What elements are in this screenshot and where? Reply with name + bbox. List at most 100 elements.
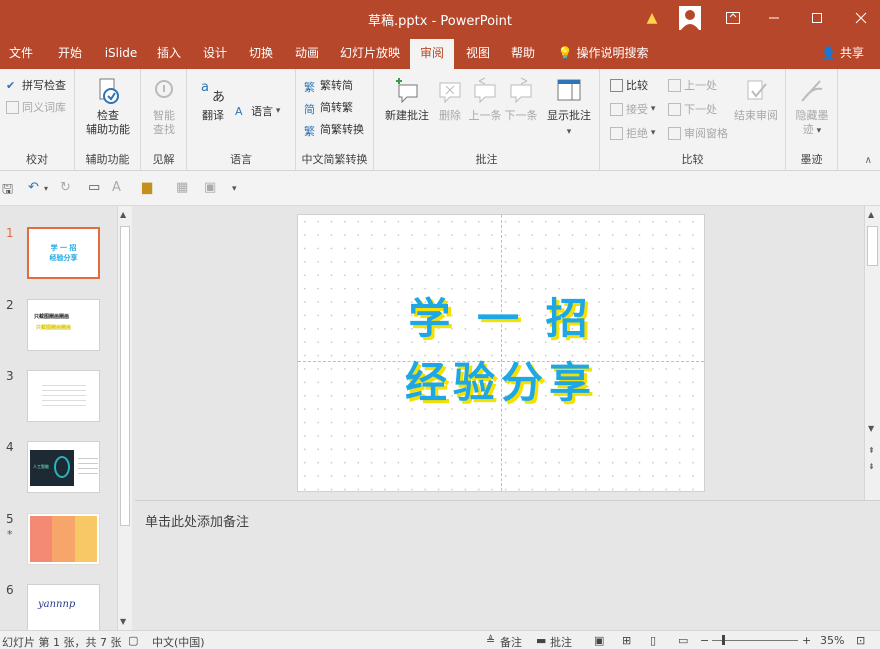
to-simplified-button[interactable]: 繁繁转简 <box>304 77 353 94</box>
format-icon[interactable]: A <box>112 180 121 195</box>
comments-toggle-button[interactable]: 批注 <box>550 634 572 649</box>
align-icon[interactable]: ▦ <box>176 180 188 195</box>
scroll-up-icon[interactable]: ▲ <box>120 210 126 219</box>
current-slide[interactable]: 学 一 招 经验分享 <box>297 214 705 492</box>
language-button[interactable]: A 语言 ▾ <box>235 103 280 119</box>
slide-counter: 幻灯片 第 1 张，共 7 张 <box>2 636 122 649</box>
thumb-2-line2: 只截图圈画圈画 <box>36 325 72 331</box>
comments-toggle-icon[interactable]: ▬ <box>536 634 546 647</box>
reading-view-icon[interactable]: ▯ <box>650 634 656 647</box>
slide-title-line1[interactable]: 学 一 招 <box>298 285 704 346</box>
thumb-4-text-lines <box>78 454 98 478</box>
slide-thumbnail-5[interactable] <box>27 513 100 565</box>
thumb-1-line2: 经验分享 <box>49 254 78 262</box>
tab-transitions[interactable]: 切换 <box>245 37 277 69</box>
next-comment-button[interactable]: 下一条 <box>503 77 539 123</box>
ribbon-display-icon[interactable] <box>722 5 744 31</box>
show-comments-button[interactable]: 显示批注 ▾ <box>544 77 594 139</box>
tab-view[interactable]: 视图 <box>462 37 494 69</box>
tab-slideshow[interactable]: 幻灯片放映 <box>338 37 402 69</box>
tab-design[interactable]: 设计 <box>199 37 231 69</box>
tell-me-search[interactable]: 💡 操作说明搜索 <box>553 37 653 69</box>
tab-review[interactable]: 审阅 <box>410 39 454 69</box>
user-avatar-icon[interactable] <box>677 5 703 31</box>
end-review-button[interactable]: 结束审阅 <box>732 77 780 123</box>
zoom-in-icon[interactable]: + <box>802 634 811 647</box>
hide-ink-button[interactable]: 隐藏墨迹 ▾ <box>790 77 834 138</box>
tab-home[interactable]: 开始 <box>52 37 88 69</box>
book-icon <box>6 100 19 114</box>
normal-view-icon[interactable]: ▣ <box>594 634 604 647</box>
slide-editor: 学 一 招 经验分享 <box>135 206 864 500</box>
next-change-button[interactable]: 下一处 <box>668 101 717 117</box>
present-icon[interactable]: ▭ <box>88 180 100 195</box>
slide-thumbnail-1[interactable]: 学 一 招 经验分享 <box>27 227 100 279</box>
zoom-out-icon[interactable]: − <box>700 634 709 647</box>
reviewing-pane-button[interactable]: 审阅窗格 <box>668 125 728 141</box>
highlight-icon[interactable]: ▆ <box>142 180 152 195</box>
translate-button[interactable]: aあ 翻译 <box>195 77 231 123</box>
delete-comment-button[interactable]: 删除 <box>434 77 466 123</box>
notes-toggle-button[interactable]: 备注 <box>500 634 522 649</box>
redo-icon[interactable]: ↻ <box>60 180 71 195</box>
reject-button[interactable]: 拒绝 ▾ <box>610 125 655 141</box>
notes-toggle-icon[interactable]: ≜ <box>486 634 495 647</box>
scroll-thumb[interactable] <box>867 226 878 266</box>
chinese-convert-button[interactable]: 繁简繁转换 <box>304 121 364 138</box>
close-icon[interactable] <box>847 5 875 31</box>
fit-to-window-icon[interactable]: ⊡ <box>856 634 865 647</box>
warning-icon[interactable]: ▲ <box>640 5 664 31</box>
language-status[interactable]: 中文(中国) <box>152 634 205 649</box>
maximize-icon[interactable] <box>803 5 831 31</box>
zoom-level[interactable]: 35% <box>820 634 844 647</box>
notes-pane[interactable]: 单击此处添加备注 <box>135 500 880 630</box>
undo-icon[interactable]: ↶ <box>28 180 39 195</box>
slide-thumbnails-pane: 1 学 一 招 经验分享 2 只截图圈画圈画 只截图圈画圈画 3 4 人工智能 … <box>0 206 118 636</box>
slide-thumbnail-4[interactable]: 人工智能 <box>27 441 100 493</box>
previous-change-button[interactable]: 上一处 <box>668 77 717 93</box>
group-objects-icon[interactable]: ▣ <box>204 180 216 195</box>
accept-button[interactable]: 接受 ▾ <box>610 101 655 117</box>
editor-scrollbar[interactable]: ▲ ▼ ⇞ ⇟ <box>864 206 880 500</box>
minimize-icon[interactable] <box>760 5 788 31</box>
slide-thumbnail-2[interactable]: 只截图圈画圈画 只截图圈画圈画 <box>27 299 100 351</box>
scroll-down-icon[interactable]: ▼ <box>120 617 126 626</box>
undo-dropdown-icon[interactable]: ▾ <box>44 184 48 193</box>
previous-slide-icon[interactable]: ⇞ <box>868 446 875 455</box>
compare-button[interactable]: 比较 <box>610 77 648 93</box>
thumbnails-scrollbar[interactable]: ▲ ▼ <box>117 206 132 630</box>
group-proofing: ✔ 拼写检查 同义词库 校对 <box>0 69 75 171</box>
accessibility-icon <box>99 78 119 104</box>
share-button[interactable]: 👤 共享 <box>821 37 864 69</box>
customize-qat-icon[interactable]: ▾ <box>232 184 237 194</box>
notes-placeholder[interactable]: 单击此处添加备注 <box>145 511 249 530</box>
tab-insert[interactable]: 插入 <box>153 37 185 69</box>
tab-file[interactable]: 文件 <box>6 37 36 69</box>
group-label-insights: 见解 <box>152 153 175 166</box>
slideshow-view-icon[interactable]: ▭ <box>678 634 688 647</box>
next-slide-icon[interactable]: ⇟ <box>868 462 875 471</box>
zoom-slider-thumb[interactable] <box>722 635 725 645</box>
slide-thumbnail-3[interactable] <box>27 370 100 422</box>
scroll-up-icon[interactable]: ▲ <box>868 210 874 219</box>
new-comment-button[interactable]: 新建批注 <box>384 77 430 123</box>
scroll-thumb[interactable] <box>120 226 130 526</box>
collapse-ribbon-icon[interactable]: ∧ <box>865 155 872 166</box>
slide-sorter-icon[interactable]: ⊞ <box>622 634 631 647</box>
scroll-down-icon[interactable]: ▼ <box>868 424 874 433</box>
thesaurus-button[interactable]: 同义词库 <box>6 99 66 115</box>
to-traditional-button[interactable]: 简简转繁 <box>304 99 353 116</box>
slide-thumbnail-6[interactable]: yannnp <box>27 584 100 636</box>
spelling-button[interactable]: ✔ 拼写检查 <box>6 77 66 93</box>
thumb-5-band-1 <box>30 516 53 562</box>
save-icon[interactable]: 🖫 <box>2 180 13 202</box>
check-accessibility-button[interactable]: 检查 辅助功能 <box>83 77 133 137</box>
accessibility-status-icon[interactable]: ▢ <box>128 634 138 647</box>
tab-help[interactable]: 帮助 <box>507 37 539 69</box>
previous-comment-button[interactable]: 上一条 <box>467 77 503 123</box>
tab-animations[interactable]: 动画 <box>291 37 323 69</box>
tab-islide[interactable]: iSlide <box>101 37 141 69</box>
smart-lookup-button[interactable]: 智能 查找 <box>145 77 183 137</box>
quick-access-toolbar: 🖫 ↶ ▾ ↻ ▭ A ▆ ▦ ▣ ▾ <box>0 171 880 206</box>
slide-title-line2[interactable]: 经验分享 <box>298 349 704 410</box>
